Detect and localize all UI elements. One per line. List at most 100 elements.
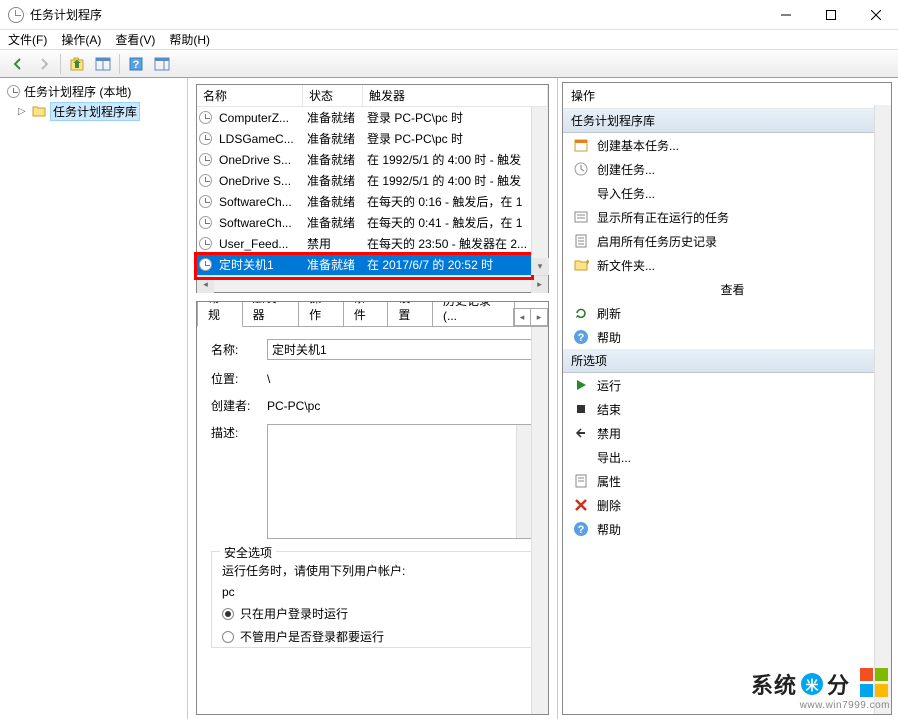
tab-scroll-right[interactable]: ▸: [530, 308, 548, 326]
tab-general[interactable]: 常规: [197, 301, 243, 327]
tab-settings[interactable]: 设置: [387, 301, 433, 326]
close-button[interactable]: [853, 0, 898, 29]
task-list-vscroll[interactable]: ▾: [531, 107, 548, 275]
expand-icon[interactable]: ▷: [18, 106, 28, 117]
action-icon: ?: [573, 329, 589, 345]
radio-icon: [222, 631, 234, 643]
task-row[interactable]: OneDrive S... 准备就绪 在 1992/5/1 的 4:00 时 -…: [197, 149, 548, 170]
details-vscroll[interactable]: [531, 327, 548, 714]
toggle-pane-button[interactable]: [91, 53, 115, 75]
action-item[interactable]: 结束: [563, 397, 891, 421]
details-tabs: 常规 触发器 操作 条件 设置 历史记录(... ◂ ▸: [197, 302, 548, 326]
action-icon: [573, 137, 589, 153]
actions-group-selected[interactable]: 所选项▴: [563, 349, 891, 373]
maximize-button[interactable]: [808, 0, 853, 29]
action-label: 刷新: [597, 305, 621, 322]
security-title: 安全选项: [220, 544, 276, 561]
task-row[interactable]: LDSGameC... 准备就绪 登录 PC-PC\pc 时: [197, 128, 548, 149]
action-item[interactable]: 创建基本任务...: [563, 133, 891, 157]
menu-view[interactable]: 查看(V): [115, 31, 155, 48]
tab-scroll-left[interactable]: ◂: [513, 308, 531, 326]
clock-icon: [197, 153, 213, 166]
input-name[interactable]: 定时关机1: [267, 339, 534, 360]
task-row[interactable]: ComputerZ... 准备就绪 登录 PC-PC\pc 时: [197, 107, 548, 128]
security-options: 安全选项 运行任务时，请使用下列用户帐户: pc 只在用户登录时运行 不管用户是…: [211, 551, 534, 648]
action-icon: [573, 209, 589, 225]
cell-status: 准备就绪: [301, 109, 361, 126]
action-label: 属性: [597, 473, 621, 490]
action-item[interactable]: 删除: [563, 493, 891, 517]
action-label: 帮助: [597, 329, 621, 346]
minimize-button[interactable]: [763, 0, 808, 29]
task-row[interactable]: User_Feed... 禁用 在每天的 23:50 - 触发器在 2...: [197, 233, 548, 254]
cell-name: ComputerZ...: [213, 111, 301, 125]
action-icon: [573, 281, 589, 297]
value-location: \: [267, 372, 270, 386]
action-item[interactable]: 刷新: [563, 301, 891, 325]
col-status[interactable]: 状态: [303, 85, 363, 106]
cell-name: OneDrive S...: [213, 174, 301, 188]
action-item[interactable]: 启用所有任务历史记录: [563, 229, 891, 253]
radio-any-user[interactable]: 不管用户是否登录都要运行: [222, 628, 523, 645]
task-list-header: 名称 状态 触发器: [197, 85, 548, 107]
action-item[interactable]: 导入任务...: [563, 181, 891, 205]
action-icon: [573, 161, 589, 177]
label-author: 创建者:: [211, 397, 267, 414]
forward-button[interactable]: [32, 53, 56, 75]
radio-logged-on[interactable]: 只在用户登录时运行: [222, 605, 523, 622]
col-name[interactable]: 名称: [197, 85, 303, 106]
action-item[interactable]: 导出...: [563, 445, 891, 469]
back-button[interactable]: [6, 53, 30, 75]
tab-history[interactable]: 历史记录(...: [432, 301, 515, 326]
task-row[interactable]: 定时关机1 准备就绪 在 2017/6/7 的 20:52 时: [197, 254, 548, 275]
task-row[interactable]: SoftwareCh... 准备就绪 在每天的 0:41 - 触发后，在 1: [197, 212, 548, 233]
tab-conditions[interactable]: 条件: [343, 301, 389, 326]
window-title: 任务计划程序: [30, 6, 763, 23]
action-label: 启用所有任务历史记录: [597, 233, 717, 250]
input-description[interactable]: [267, 424, 534, 539]
clock-icon: [197, 132, 213, 145]
clock-icon: [197, 258, 213, 271]
action-item[interactable]: 属性: [563, 469, 891, 493]
menu-file[interactable]: 文件(F): [8, 31, 47, 48]
cell-status: 准备就绪: [301, 193, 361, 210]
tab-triggers[interactable]: 触发器: [242, 301, 299, 326]
menu-help[interactable]: 帮助(H): [169, 31, 210, 48]
clock-icon: [197, 111, 213, 124]
actions-vscroll[interactable]: [874, 105, 891, 714]
tree-library[interactable]: ▷ 任务计划程序库: [4, 102, 183, 120]
action-item[interactable]: 禁用: [563, 421, 891, 445]
action-icon: [573, 401, 589, 417]
label-name: 名称:: [211, 341, 267, 358]
cell-trigger: 在每天的 0:41 - 触发后，在 1: [361, 214, 548, 231]
action-item[interactable]: 创建任务...: [563, 157, 891, 181]
action-pane-button[interactable]: [150, 53, 174, 75]
help-button[interactable]: ?: [124, 53, 148, 75]
action-label: 帮助: [597, 521, 621, 538]
clock-icon: [197, 174, 213, 187]
col-triggers[interactable]: 触发器: [363, 85, 548, 106]
tab-content-general: 名称: 定时关机1 位置: \ 创建者: PC-PC\pc 描述: 安全选项: [197, 326, 548, 714]
action-icon: [573, 425, 589, 441]
action-label: 查看: [720, 281, 744, 298]
action-icon: ?: [573, 521, 589, 537]
tab-actions[interactable]: 操作: [298, 301, 344, 326]
action-item[interactable]: 运行: [563, 373, 891, 397]
action-item[interactable]: ✦新文件夹...: [563, 253, 891, 277]
svg-text:?: ?: [133, 59, 140, 71]
action-item[interactable]: 查看▸: [563, 277, 891, 301]
action-item[interactable]: 显示所有正在运行的任务: [563, 205, 891, 229]
cell-trigger: 在 1992/5/1 的 4:00 时 - 触发: [361, 172, 548, 189]
task-row[interactable]: SoftwareCh... 准备就绪 在每天的 0:16 - 触发后，在 1: [197, 191, 548, 212]
task-row[interactable]: OneDrive S... 准备就绪 在 1992/5/1 的 4:00 时 -…: [197, 170, 548, 191]
radio-icon: [222, 608, 234, 620]
titlebar: 任务计划程序: [0, 0, 898, 30]
task-list-hscroll[interactable]: ◂▸: [197, 275, 548, 292]
action-item[interactable]: ? 帮助: [563, 325, 891, 349]
clock-icon: [197, 216, 213, 229]
menu-action[interactable]: 操作(A): [61, 31, 101, 48]
action-item[interactable]: ? 帮助: [563, 517, 891, 541]
tree-root[interactable]: 任务计划程序 (本地): [4, 82, 183, 100]
actions-group-library[interactable]: 任务计划程序库▴: [563, 109, 891, 133]
up-button[interactable]: [65, 53, 89, 75]
